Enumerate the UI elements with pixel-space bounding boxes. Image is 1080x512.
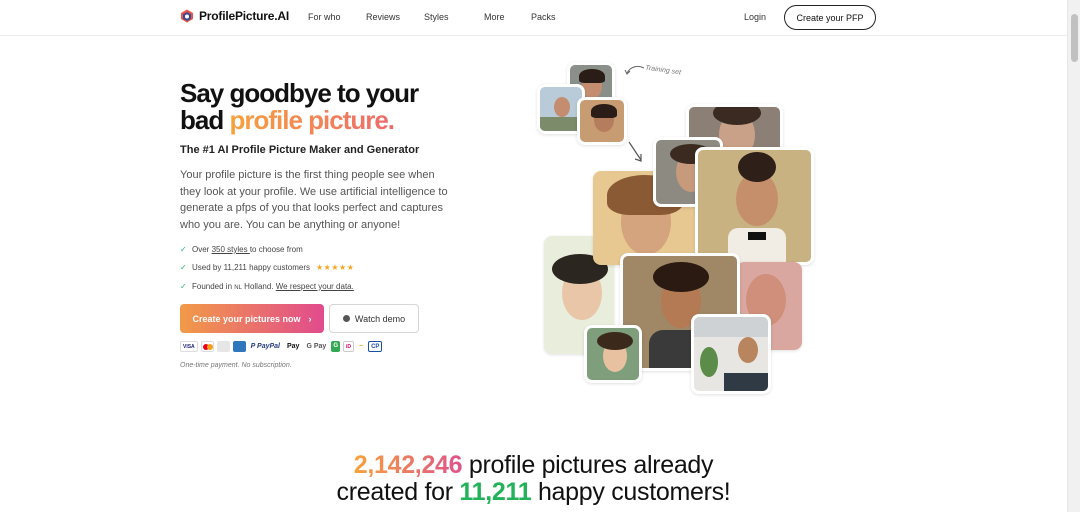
hero-subheading: The #1 AI Profile Picture Maker and Gene… <box>180 144 420 156</box>
styles-prefix: Over <box>192 244 212 254</box>
headline-line-2: bad profile picture. <box>180 107 418 134</box>
founded-text: Founded in NL Holland. We respect your d… <box>192 282 354 291</box>
stats-line-1-suffix: profile pictures already <box>462 451 714 479</box>
login-link[interactable]: Login <box>744 12 766 22</box>
sofort-icon: ~ <box>359 342 364 350</box>
stats-headline: 2,142,246 profile pictures already creat… <box>0 452 1067 506</box>
generated-portrait <box>695 147 814 265</box>
stats-line-2-prefix: created for <box>336 478 460 506</box>
training-photo <box>577 97 627 145</box>
watch-demo-button[interactable]: Watch demo <box>329 304 419 333</box>
amex-icon <box>232 340 246 352</box>
maestro-icon <box>216 340 230 352</box>
headline-line-1: Say goodbye to your <box>180 78 419 108</box>
logo-text: ProfilePicture.AI <box>199 9 289 23</box>
logo-icon <box>181 9 193 23</box>
generated-portrait <box>584 325 642 383</box>
nav-links: For who Reviews Styles More Packs <box>308 12 556 22</box>
stats-line-1: 2,142,246 profile pictures already <box>0 452 1067 479</box>
hero-description: Your profile picture is the first thing … <box>180 169 448 232</box>
pictures-count: 2,142,246 <box>353 451 463 479</box>
payment-fineprint: One-time payment. No subscription. <box>180 362 292 369</box>
nav-link-for-who[interactable]: For who <box>308 12 366 22</box>
create-pfp-button[interactable]: Create your PFP <box>784 5 876 30</box>
styles-suffix: to choose from <box>249 244 303 254</box>
chevron-right-icon: › <box>308 313 312 324</box>
top-navigation: ProfilePicture.AI For who Reviews Styles… <box>0 0 1067 36</box>
ideal-icon: iD <box>343 340 354 352</box>
customers-text: Used by 11,211 happy customers <box>192 263 310 273</box>
founded-prefix: Founded in <box>192 281 235 291</box>
stats-line-2-suffix: happy customers! <box>531 478 731 506</box>
create-pictures-label: Create your pictures now <box>192 313 301 324</box>
nav-link-packs[interactable]: Packs <box>531 12 556 22</box>
mastercard-icon <box>200 340 214 352</box>
generated-portrait <box>691 314 771 394</box>
giropay-icon: G <box>331 340 340 352</box>
headline-accent: profile picture. <box>229 105 395 135</box>
nav-link-more[interactable]: More <box>484 12 531 22</box>
headline-plain: bad <box>180 105 230 135</box>
bancontact-icon: CP <box>368 340 383 352</box>
customers-count: 11,211 <box>459 478 532 506</box>
training-set-label: Training set <box>644 64 682 77</box>
feature-checklist: ✓ Over 350 styles to choose from ✓ Used … <box>180 240 354 296</box>
check-row-founded: ✓ Founded in NL Holland. We respect your… <box>180 277 354 296</box>
watch-demo-label: Watch demo <box>354 313 406 324</box>
down-arrow-icon <box>628 141 642 162</box>
paypal-icon: P PayPal <box>250 342 280 350</box>
logo[interactable]: ProfilePicture.AI <box>180 9 289 23</box>
check-icon: ✓ <box>180 281 187 291</box>
check-icon: ✓ <box>180 263 187 273</box>
styles-text: Over 350 styles to choose from <box>192 245 303 254</box>
check-row-customers: ✓ Used by 11,211 happy customers ★★★★★ <box>180 259 354 278</box>
apple-pay-icon: Pay <box>287 342 300 350</box>
data-privacy-link[interactable]: We respect your data. <box>276 282 354 291</box>
payment-methods: VISA P PayPal Pay G Pay G iD ~ CP <box>180 340 383 352</box>
styles-link[interactable]: 350 styles <box>212 245 250 254</box>
page-scrollbar[interactable] <box>1067 0 1080 512</box>
visa-icon: VISA <box>180 340 198 352</box>
create-pictures-button[interactable]: Create your pictures now › <box>180 304 324 333</box>
google-pay-icon: G Pay <box>306 342 327 350</box>
curved-arrow-icon <box>624 65 645 75</box>
nav-link-styles[interactable]: Styles <box>424 12 484 22</box>
scrollbar-thumb[interactable] <box>1071 14 1078 62</box>
check-icon: ✓ <box>180 244 187 254</box>
check-row-styles: ✓ Over 350 styles to choose from <box>180 240 354 259</box>
stats-line-2: created for 11,211 happy customers! <box>0 479 1067 506</box>
nav-link-reviews[interactable]: Reviews <box>366 12 424 22</box>
netherlands-flag-icon: NL <box>234 284 242 291</box>
rating-stars: ★★★★★ <box>316 263 355 273</box>
play-icon <box>342 315 350 322</box>
founded-place: Holland. <box>241 281 276 291</box>
hero-headline: Say goodbye to your bad profile picture. <box>180 78 419 134</box>
